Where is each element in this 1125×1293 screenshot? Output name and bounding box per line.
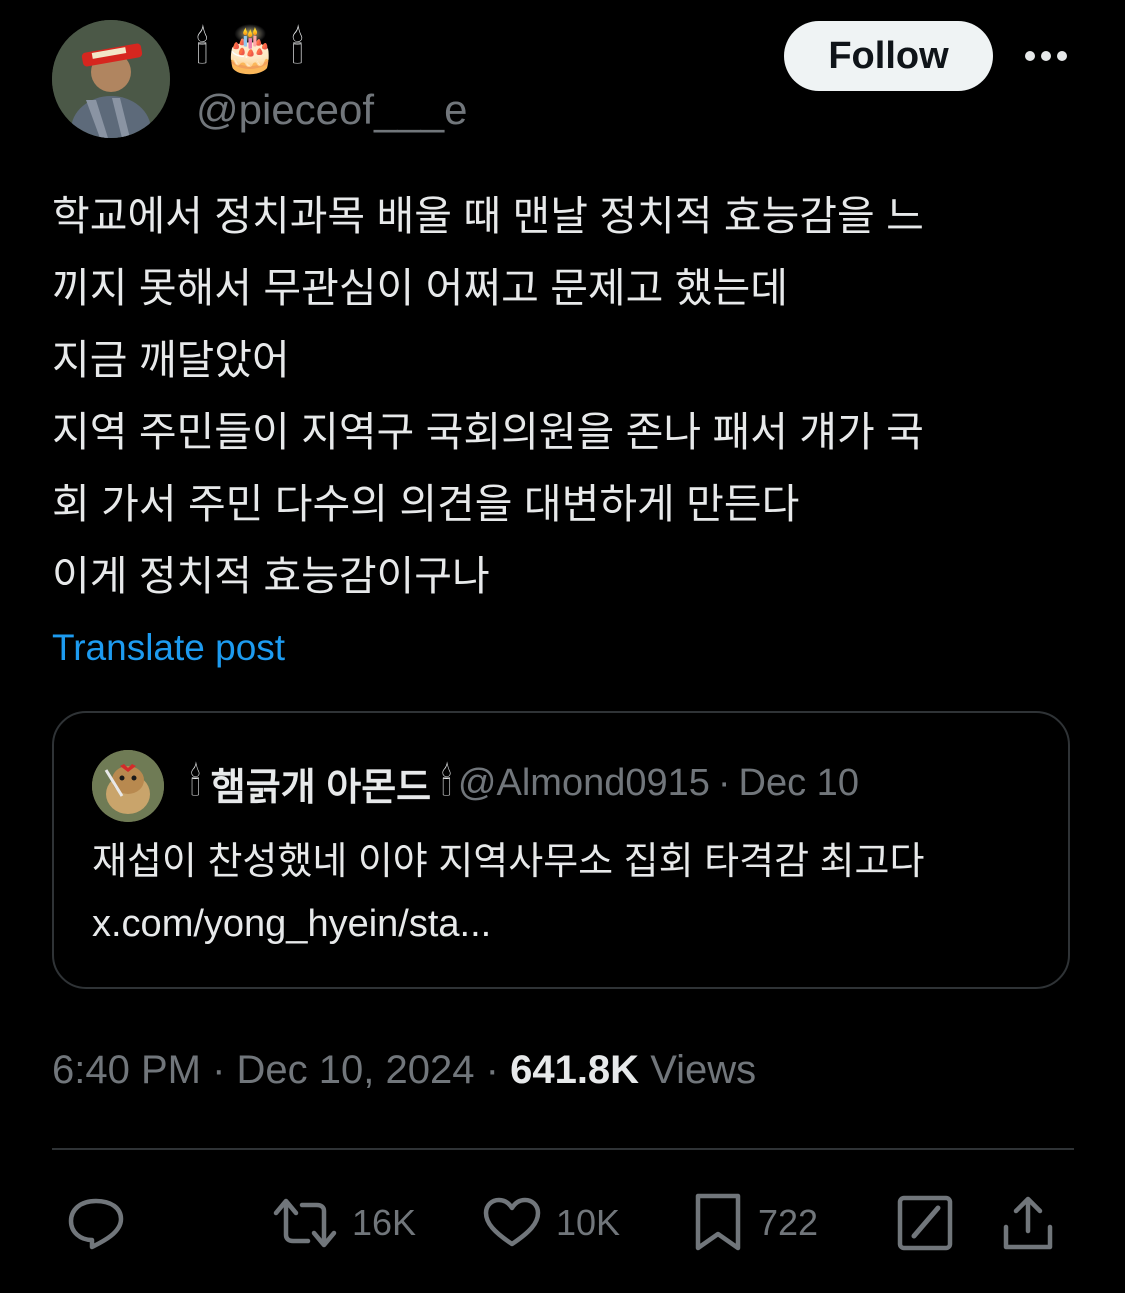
post-text: 학교에서 정치과목 배울 때 맨날 정치적 효능감을 느 끼지 못해서 무관심이… [52,180,1082,612]
retweet-icon [273,1198,337,1248]
more-button[interactable] [1020,36,1072,76]
like-count: 10K [556,1202,621,1243]
share-icon [1003,1196,1053,1250]
reply-button[interactable] [66,1188,126,1258]
quoted-post-link[interactable]: x.com/yong_hyein/sta... [92,893,924,955]
quoted-post-date[interactable]: Dec 10 [739,762,859,805]
quoted-author-handle[interactable]: @Almond0915 [458,762,710,805]
chipmunk-avatar-icon [92,750,164,822]
candle-emoji: 🕯 [196,24,209,73]
bookmark-icon [695,1193,741,1251]
post-text-line: 이게 정치적 효능감이구나 [52,553,490,599]
quoted-post-card[interactable]: 🕯 햄긁개 아몬드 🕯 @Almond0915 · Dec 10 재섭이 찬성했… [52,711,1070,989]
like-button[interactable]: 10K [482,1188,620,1258]
quoted-post-header: 🕯 햄긁개 아몬드 🕯 @Almond0915 · Dec 10 [190,753,1040,813]
candle-emoji: 🕯 [441,761,452,804]
post-text-line: 지금 깨달았어 [52,337,290,383]
reply-icon [68,1198,124,1250]
quoted-post-line: 재섭이 찬성했네 이야 지역사무소 집회 타격감 최고다 [92,841,925,883]
bookmark-button[interactable]: 722 [692,1188,818,1258]
post-text-line: 지역 주민들이 지역구 국회의원을 존나 패서 걔가 국 [52,409,924,455]
retweet-count: 16K [352,1202,417,1243]
post-meta: 6:40 PM · Dec 10, 2024 · 641.8K Views [52,1040,756,1100]
separator-dot: · [717,761,731,804]
separator-dot: · [212,1048,226,1092]
post-text-line: 학교에서 정치과목 배울 때 맨날 정치적 효능감을 느 [52,193,924,239]
quoted-author-avatar[interactable] [92,750,164,822]
bookmark-count: 722 [758,1202,819,1243]
more-horizontal-icon [1025,51,1067,61]
divider [52,1148,1074,1150]
author-avatar[interactable] [52,20,170,138]
quoted-post-text: 재섭이 찬성했네 이야 지역사무소 집회 타격감 최고다 x.com/yong_… [92,831,924,955]
post-date[interactable]: Dec 10, 2024 [237,1048,475,1092]
grok-icon [897,1195,953,1251]
candle-emoji: 🕯 [291,24,304,73]
post-text-line: 끼지 못해서 무관심이 어쩌고 문제고 했는데 [52,265,788,311]
heart-icon [483,1197,541,1247]
separator-dot: · [485,1048,499,1092]
quoted-author-name[interactable]: 햄긁개 아몬드 [211,756,431,811]
grok-button[interactable] [896,1188,954,1258]
author-display-name[interactable]: 🕯 🎂 🕯 [196,18,304,80]
views-label: Views [650,1048,757,1092]
candle-emoji: 🕯 [190,761,201,804]
follow-button[interactable]: Follow [784,21,993,91]
translate-post-link[interactable]: Translate post [52,623,285,673]
post-text-line: 회 가서 주민 다수의 의견을 대변하게 만든다 [52,481,800,527]
cake-emoji: 🎂 [222,25,278,74]
post-time[interactable]: 6:40 PM [52,1048,201,1092]
retweet-button[interactable]: 16K [272,1188,416,1258]
person-avatar-icon [52,20,170,138]
share-button[interactable] [1000,1188,1056,1258]
author-handle[interactable]: @pieceof___e [196,82,468,138]
views-count: 641.8K [510,1048,640,1092]
